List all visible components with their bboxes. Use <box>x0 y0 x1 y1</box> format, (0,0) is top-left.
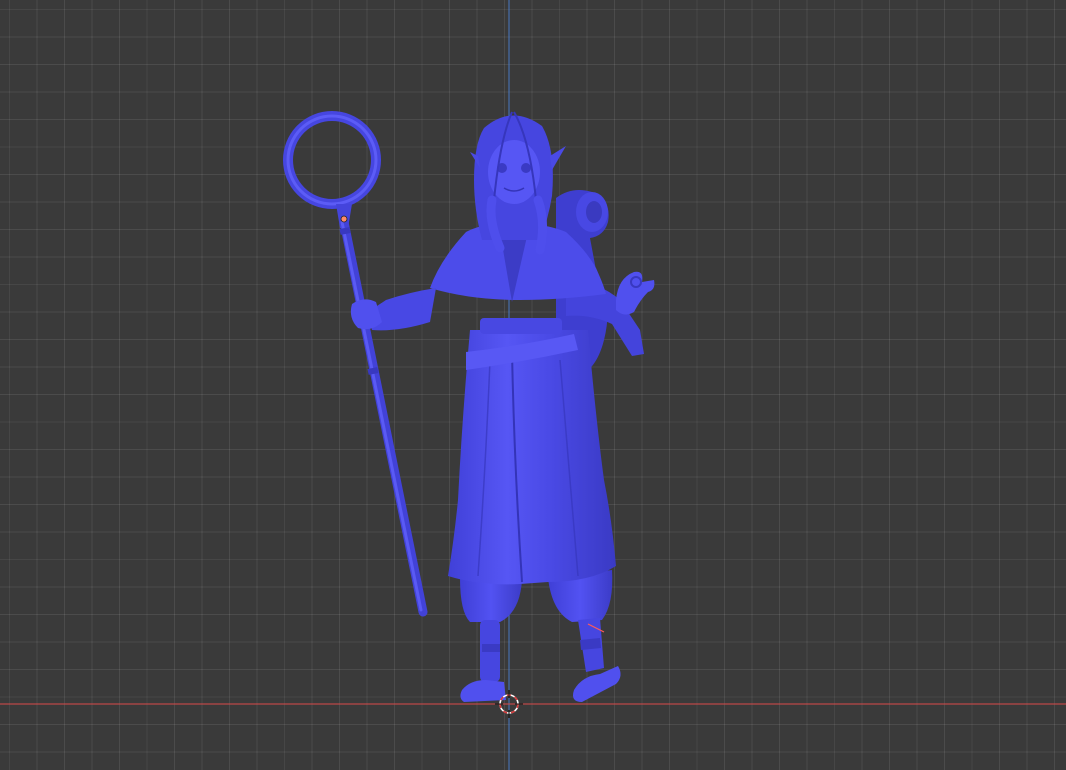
character-model[interactable] <box>283 111 655 702</box>
legs <box>460 570 621 702</box>
3d-viewport[interactable] <box>0 0 1066 770</box>
staff <box>283 111 428 617</box>
origin-point <box>340 215 348 223</box>
right-arm <box>350 288 436 331</box>
viewport-scene <box>0 0 1066 770</box>
